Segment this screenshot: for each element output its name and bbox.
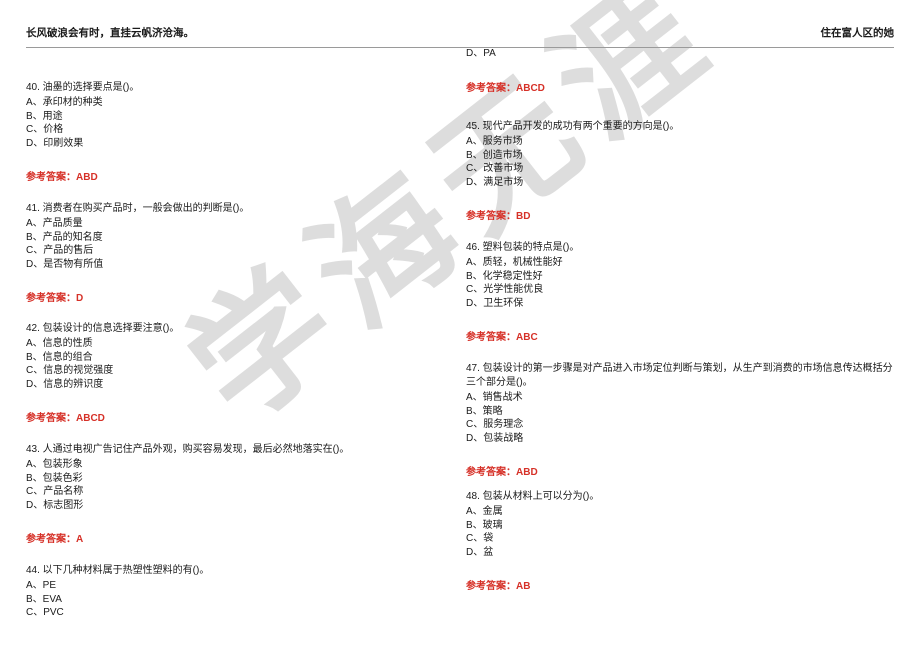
reference-answer: 参考答案：ABCD — [466, 82, 866, 96]
question-option: D、盆 — [466, 546, 494, 558]
question-option: A、销售战术 — [466, 392, 523, 403]
reference-answer: 参考答案：AB — [466, 580, 866, 594]
reference-answer-label: 参考答案： — [26, 413, 76, 424]
question-option: A、承印材的种类 — [26, 97, 103, 108]
question-option: C、服务理念 — [466, 419, 524, 430]
answer-spacer — [466, 445, 894, 466]
question-option: B、创造市场 — [466, 149, 523, 161]
answer-spacer — [26, 271, 426, 292]
question-block: 46. 塑料包装的特点是()。 A、质轻，机械性能好 B、化学稳定性好 C、光学性能优… — [466, 241, 866, 345]
question-stem: 40. 油墨的选择要点是()。 — [26, 82, 140, 93]
question-option: C、袋 — [466, 533, 494, 544]
body-columns: 40. 油墨的选择要点是()。 A、承印材的种类 B、用途 C、价格 D、印刷效果 参考答… — [0, 40, 920, 651]
question-stem: 46. 塑料包装的特点是()。 — [466, 242, 580, 253]
question-option: C、PVC — [26, 607, 64, 618]
question-option: A、金属 — [466, 506, 503, 517]
reference-answer-value: D — [76, 293, 84, 304]
reference-answer: 参考答案：ABD — [466, 466, 894, 480]
question-block: 40. 油墨的选择要点是()。 A、承印材的种类 B、用途 C、价格 D、印刷效果 参考答… — [26, 81, 426, 185]
answer-spacer — [466, 61, 866, 82]
question-stem: 48. 包装从材料上可以分为()。 — [466, 491, 600, 502]
reference-answer-value: BD — [516, 211, 531, 222]
question-option: A、PE — [26, 580, 57, 591]
header-right-text: 住在富人区的她 — [820, 27, 895, 39]
answer-spacer — [26, 150, 426, 171]
answer-spacer — [26, 391, 426, 412]
question-option: D、信息的辨识度 — [26, 378, 104, 390]
reference-answer-label: 参考答案： — [26, 293, 76, 304]
question-block: 43. 人通过电视广告记住产品外观，购买容易发现，最后必然地落实在()。 A、包装… — [26, 443, 426, 547]
reference-answer-label: 参考答案： — [466, 82, 516, 94]
question-stem: 44. 以下几种材料属于热塑性塑料的有()。 — [26, 565, 210, 576]
question-option: C、改善市场 — [466, 163, 524, 174]
question-option: C、价格 — [26, 124, 64, 135]
question-option: D、包装战略 — [466, 432, 524, 444]
question-option: D、PA — [466, 48, 496, 59]
reference-answer-label: 参考答案： — [466, 332, 516, 343]
question-block: 48. 包装从材料上可以分为()。 A、金属 B、玻璃 C、袋 D、盆参考答案：AB — [466, 490, 866, 594]
reference-answer-value: ABC — [516, 332, 538, 343]
page-header: 长风破浪会有时，直挂云帆济沧海。 住在富人区的她 — [26, 26, 894, 48]
reference-answer: 参考答案：ABC — [466, 331, 866, 345]
question-option: A、服务市场 — [466, 136, 523, 147]
question-option: B、包装色彩 — [26, 472, 83, 484]
question-option: C、光学性能优良 — [466, 284, 544, 295]
reference-answer-value: ABD — [76, 172, 98, 183]
reference-answer-label: 参考答案： — [466, 211, 516, 222]
header-left-text: 长风破浪会有时，直挂云帆济沧海。 — [26, 27, 194, 39]
reference-answer-label: 参考答案： — [466, 581, 516, 592]
reference-answer-value: ABCD — [516, 82, 545, 94]
question-option: D、卫生环保 — [466, 297, 524, 309]
question-block: 45. 现代产品开发的成功有两个重要的方向是()。 A、服务市场 B、创造市场 C、改… — [466, 120, 866, 224]
question-option: B、EVA — [26, 593, 62, 605]
question-option: D、是否物有所值 — [26, 258, 104, 270]
question-option: A、信息的性质 — [26, 338, 93, 349]
question-option: D、印刷效果 — [26, 137, 84, 149]
reference-answer: 参考答案：BD — [466, 210, 866, 224]
question-stem: 42. 包装设计的信息选择要注意()。 — [26, 323, 180, 334]
answer-spacer — [466, 189, 866, 210]
answer-spacer — [26, 512, 426, 533]
question-block: 44. 以下几种材料属于热塑性塑料的有()。 A、PE B、EVA C、PVC — [26, 564, 426, 620]
question-option: B、策略 — [466, 405, 503, 417]
reference-answer: 参考答案：D — [26, 292, 426, 306]
reference-answer: 参考答案：ABCD — [26, 412, 426, 426]
question-option: C、产品名称 — [26, 486, 84, 497]
reference-answer-label: 参考答案： — [26, 534, 76, 545]
reference-answer-label: 参考答案： — [466, 467, 516, 478]
question-option: B、玻璃 — [466, 519, 503, 531]
answer-spacer — [466, 559, 866, 580]
exam-page: 学海无涯 长风破浪会有时，直挂云帆济沧海。 住在富人区的她 40. 油墨的选择要… — [0, 0, 920, 651]
question-block: 47. 包装设计的第一步骤是对产品进入市场定位判断与策划，从生产到消费的市场信息… — [466, 362, 894, 480]
reference-answer-value: ABCD — [76, 413, 105, 424]
question-option: C、信息的视觉强度 — [26, 365, 114, 376]
question-option: A、质轻，机械性能好 — [466, 257, 563, 268]
question-stem: 41. 消费者在购买产品时，一般会做出的判断是()。 — [26, 203, 250, 214]
reference-answer-value: ABD — [516, 467, 538, 478]
reference-answer: 参考答案：ABD — [26, 171, 426, 185]
question-option: D、标志图形 — [26, 499, 84, 511]
question-block: 42. 包装设计的信息选择要注意()。 A、信息的性质 B、信息的组合 C、信息的视觉… — [26, 322, 426, 426]
reference-answer-value: AB — [516, 581, 531, 592]
question-option: C、产品的售后 — [26, 245, 94, 256]
question-option: A、产品质量 — [26, 218, 83, 229]
question-option: B、信息的组合 — [26, 351, 93, 363]
question-stem: 43. 人通过电视广告记住产品外观，购买容易发现，最后必然地落实在()。 — [26, 444, 350, 455]
reference-answer-label: 参考答案： — [26, 172, 76, 183]
question-option: D、满足市场 — [466, 176, 524, 188]
answer-spacer — [466, 310, 866, 331]
reference-answer-value: A — [76, 534, 84, 545]
question-block: D、PA 参考答案：ABCD — [466, 47, 866, 96]
question-option: A、包装形象 — [26, 459, 83, 470]
question-block: 41. 消费者在购买产品时，一般会做出的判断是()。 A、产品质量 B、产品的知名度… — [26, 202, 426, 306]
question-stem: 47. 包装设计的第一步骤是对产品进入市场定位判断与策划，从生产到消费的市场信息… — [466, 363, 893, 388]
reference-answer: 参考答案：A — [26, 533, 426, 547]
question-stem: 45. 现代产品开发的成功有两个重要的方向是()。 — [466, 121, 680, 132]
question-option: B、产品的知名度 — [26, 231, 103, 243]
question-option: B、用途 — [26, 110, 63, 122]
question-option: B、化学稳定性好 — [466, 270, 543, 282]
